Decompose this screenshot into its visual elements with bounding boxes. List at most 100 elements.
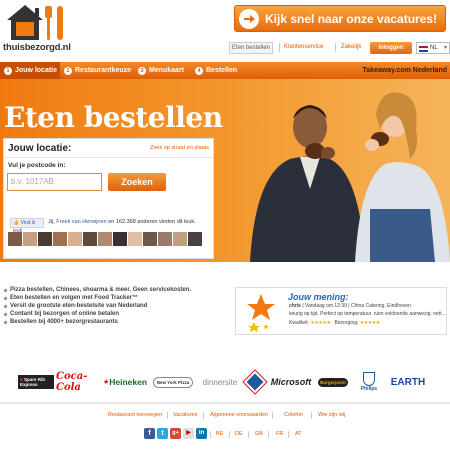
brand-logo-burgerpoint: Burgerpoint — [314, 364, 352, 400]
friend-avatar[interactable] — [173, 232, 187, 246]
quality-stars: ★★★★★ — [310, 320, 331, 326]
friend-avatar[interactable] — [53, 232, 67, 246]
friend-avatar[interactable] — [143, 232, 157, 246]
country-link-at[interactable]: AT — [295, 431, 302, 437]
footer-link-vacatures[interactable]: Vacatures — [173, 412, 197, 418]
separator — [167, 412, 168, 419]
friend-avatar[interactable] — [68, 232, 82, 246]
login-button[interactable]: Inloggen — [370, 42, 412, 54]
footer-link-restaurant-toevoegen[interactable]: Restaurant toevoegen — [108, 412, 162, 418]
footer-link-algemene-voorwaarden[interactable]: Algemene voorwaarden — [210, 412, 268, 418]
separator — [210, 431, 211, 438]
country-link-fr[interactable]: FR — [276, 431, 283, 437]
friend-avatar[interactable] — [158, 232, 172, 246]
hero-photo-couple-eating — [250, 92, 450, 262]
tab-jouw-locatie[interactable]: 1 Jouw locatie — [0, 62, 60, 79]
fb-friend-name[interactable]: Freek van Herwijnen — [56, 219, 106, 225]
brand-logo-dinnersite: dinnersite — [200, 364, 240, 400]
brand-logos: ■ Spare Rib Express Coca-Cola ★ Heineken … — [0, 364, 450, 400]
youtube-icon[interactable]: ▶ — [183, 428, 194, 439]
header: thuisbezorgd.nl Kijk snel naar onze vaca… — [0, 0, 450, 62]
brand-logo-heineken: ★ Heineken — [102, 364, 148, 400]
feature-list: Pizza bestellen, Chinees, shoarma & meer… — [3, 286, 218, 326]
feature-item: Eten bestellen en volgen met Food Tracke… — [3, 294, 218, 302]
brand-name: Coca-Cola — [56, 371, 88, 393]
tab-restaurantkeuze[interactable]: 2 Restaurantkeuze — [64, 62, 131, 79]
review-author: chris — [289, 303, 301, 309]
friend-avatar[interactable] — [8, 232, 22, 246]
separator — [311, 412, 312, 419]
hero-title: Eten bestellen — [4, 101, 223, 134]
brand-name: Earth — [390, 376, 426, 388]
postcode-label: Vul je postcode in: — [8, 162, 66, 169]
location-panel: Jouw locatie: Zoek op straat en plaats V… — [3, 138, 214, 259]
google-plus-icon[interactable]: g+ — [170, 428, 181, 439]
friend-avatar[interactable] — [113, 232, 127, 246]
brand-logo-philips: Philips — [356, 364, 382, 400]
language-select[interactable]: NL ▾ — [416, 42, 450, 54]
linkedin-icon[interactable]: in — [196, 428, 207, 439]
friend-avatar[interactable] — [98, 232, 112, 246]
tab-label: Restaurantkeuze — [75, 67, 132, 74]
footer-link-wie-zijn-wij[interactable]: Wie zijn wij — [318, 412, 345, 418]
postcode-input[interactable]: b.v. 1017AB — [7, 173, 102, 191]
hero: Eten bestellen Jouw locatie: Zoek op str… — [0, 79, 450, 262]
friend-avatar[interactable] — [23, 232, 37, 246]
step-number: 1 — [4, 67, 12, 75]
search-button[interactable]: Zoeken — [108, 173, 166, 191]
brand-name: Spare Rib Express — [20, 377, 45, 387]
friend-avatar[interactable] — [128, 232, 142, 246]
friend-avatar[interactable] — [188, 232, 202, 246]
chevron-down-icon: ▾ — [443, 45, 447, 51]
separator — [279, 43, 280, 52]
delivery-stars: ★★★★★ — [359, 320, 380, 326]
country-link-de[interactable]: DE — [235, 431, 243, 437]
netherlands-flag-icon — [419, 46, 428, 52]
footer: Restaurant toevoegen Vacatures Algemene … — [0, 404, 450, 450]
separator — [288, 431, 289, 438]
brand-name: Philips — [360, 386, 378, 392]
step-number: 2 — [64, 67, 72, 75]
brand-logo-earth: Earth — [386, 364, 430, 400]
friend-avatar[interactable] — [83, 232, 97, 246]
brand-name: Heineken — [109, 377, 148, 387]
review-meta: chris | Vandaag om 12:39 | China Caterin… — [289, 303, 411, 309]
fb-prefix: Jij, — [48, 219, 55, 225]
brand-logo-spare-rib-express: ■ Spare Rib Express — [18, 364, 54, 400]
utility-klantenservice-link[interactable]: Klantenservice — [284, 44, 323, 50]
facebook-like-text: Jij, Freek van Herwijnen en 162.368 ande… — [48, 219, 196, 225]
brand-logo-new-york-pizza: New York Pizza — [150, 364, 196, 400]
twitter-icon[interactable]: t — [157, 428, 168, 439]
utility-zakelijk-link[interactable]: Zakelijk — [341, 44, 361, 50]
tab-bestellen[interactable]: 4 Bestellen — [195, 62, 237, 79]
review-ratings: Kwaliteit: ★★★★★ Bezorging: ★★★★★ — [289, 320, 380, 326]
vacancy-banner-text: Kijk snel naar onze vacatures! — [265, 12, 438, 26]
tab-menukaart[interactable]: 3 Menukaart — [138, 62, 184, 79]
tab-label: Bestellen — [206, 67, 238, 74]
friend-avatar[interactable] — [38, 232, 52, 246]
utility-eten-bestellen[interactable]: Eten bestellen — [229, 42, 273, 54]
facebook-friend-faces — [8, 232, 208, 248]
separator — [268, 431, 269, 438]
brand-name: Burgerpoint — [318, 377, 348, 387]
footer-link-colofon[interactable]: Colofon — [284, 412, 303, 418]
facebook-like-button[interactable]: 👍 Vind ik leuk — [10, 218, 44, 234]
logo[interactable]: thuisbezorgd.nl — [3, 2, 73, 56]
review-title: Jouw mening: — [288, 292, 349, 302]
delivery-label: Bezorging: — [334, 320, 359, 326]
facebook-like-row: 👍 Vind ik leuk Jij, Freek van Herwijnen … — [7, 212, 212, 246]
step-nav: 1 Jouw locatie 2 Restaurantkeuze 3 Menukaar… — [0, 62, 450, 79]
brand-logo-microsoft: Microsoft — [270, 364, 312, 400]
search-street-link[interactable]: Zoek op straat en plaats — [150, 145, 209, 151]
review-meta-rest: | Vandaag om 12:39 | China Catering, Ein… — [302, 303, 411, 309]
feature-item: Bestellen bij 4000+ bezorgrestaurants — [3, 318, 218, 326]
country-link-gb[interactable]: GB — [255, 431, 263, 437]
star-award-icon — [247, 294, 275, 332]
review-body: keurig op tijd. Perfect op temperatuur. … — [289, 311, 446, 317]
divider — [4, 157, 213, 158]
facebook-icon[interactable]: f — [144, 428, 155, 439]
site-tagline: Takeaway.com Nederland — [362, 67, 447, 74]
vacancy-banner[interactable]: Kijk snel naar onze vacatures! — [234, 5, 446, 32]
step-number: 3 — [138, 67, 146, 75]
country-link-be[interactable]: BE — [216, 431, 223, 437]
